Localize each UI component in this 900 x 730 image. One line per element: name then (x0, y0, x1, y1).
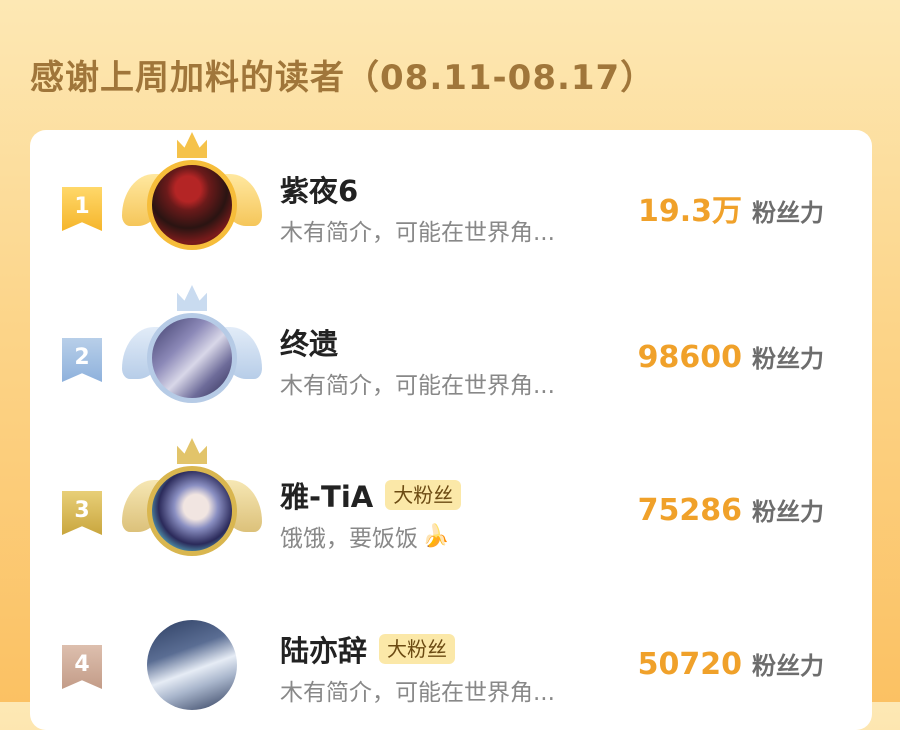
rank-badge: 2 (62, 338, 102, 382)
reader-desc: 饿饿，要饭饭 🍌 (280, 519, 449, 553)
fan-power-value: 50720 (637, 647, 742, 682)
reader-name[interactable]: 雅-TiA 大粉丝 (280, 474, 462, 516)
big-fan-badge: 大粉丝 (385, 480, 462, 510)
crown-icon (177, 438, 207, 464)
fan-power: 75286 粉丝力 (638, 492, 824, 528)
reader-name[interactable]: 陆亦辞 大粉丝 (280, 628, 456, 670)
reader-desc: 木有简介，可能在世界角... (280, 213, 555, 247)
fan-power-value: 98600 (637, 340, 742, 375)
banana-icon: 🍌 (422, 523, 450, 549)
big-fan-badge: 大粉丝 (379, 634, 456, 664)
avatar[interactable] (147, 466, 237, 556)
reader-desc: 木有简介，可能在世界角... (280, 366, 555, 400)
list-item-reader-4[interactable]: 4 陆亦辞 大粉丝 木有简介，可能在世界角... 50720 粉丝力 (30, 590, 872, 720)
fan-power-value: 19.3万 (637, 194, 742, 229)
reader-name-text: 陆亦辞 (280, 634, 368, 668)
fan-power-unit: 粉丝力 (752, 498, 824, 526)
reader-desc-text: 木有简介，可能在世界角... (280, 220, 555, 246)
rank-badge: 1 (62, 187, 102, 231)
list-item-reader-1[interactable]: 1 紫夜6 木有简介，可能在世界角... 19.3万 粉丝力 (30, 130, 872, 260)
crown-icon (177, 285, 207, 311)
avatar-frame (122, 592, 262, 722)
fan-power: 98600 粉丝力 (638, 339, 824, 375)
avatar-frame (122, 438, 262, 568)
fan-power: 50720 粉丝力 (638, 646, 824, 682)
fan-power-unit: 粉丝力 (752, 199, 824, 227)
fan-power-unit: 粉丝力 (752, 652, 824, 680)
rank-badge: 4 (62, 645, 102, 689)
avatar-frame (122, 285, 262, 415)
reader-name[interactable]: 终遗 (280, 321, 338, 363)
reader-desc-text: 饿饿，要饭饭 (280, 526, 418, 552)
reader-ranking-list: 1 紫夜6 木有简介，可能在世界角... 19.3万 粉丝力 2 终遗 木有简介… (30, 130, 872, 730)
avatar[interactable] (147, 620, 237, 710)
list-item-reader-3[interactable]: 3 雅-TiA 大粉丝 饿饿，要饭饭 🍌 75286 粉丝力 (30, 436, 872, 566)
reader-name-text: 雅-TiA (280, 480, 374, 514)
avatar[interactable] (147, 313, 237, 403)
avatar[interactable] (147, 160, 237, 250)
fan-power: 19.3万 粉丝力 (638, 186, 824, 230)
crown-icon (177, 132, 207, 158)
avatar-frame (122, 132, 262, 262)
rank-badge: 3 (62, 491, 102, 535)
fan-power-unit: 粉丝力 (752, 345, 824, 373)
reader-name-text: 终遗 (280, 327, 339, 361)
fan-power-value: 75286 (637, 493, 742, 528)
page-title: 感谢上周加料的读者（08.11-08.17） (30, 58, 656, 98)
list-item-reader-2[interactable]: 2 终遗 木有简介，可能在世界角... 98600 粉丝力 (30, 283, 872, 413)
reader-name-text: 紫夜6 (280, 174, 359, 208)
reader-desc-text: 木有简介，可能在世界角... (280, 373, 555, 399)
reader-name[interactable]: 紫夜6 (280, 168, 358, 210)
